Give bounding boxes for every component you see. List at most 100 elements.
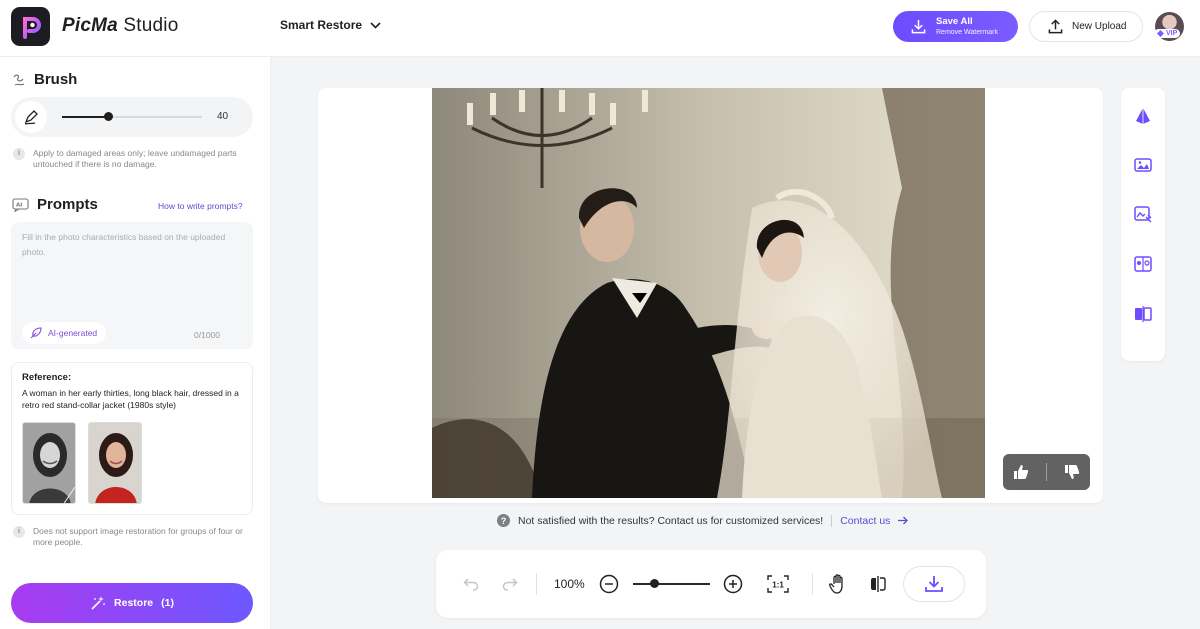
save-all-button[interactable]: Save All Remove Watermark xyxy=(893,11,1018,42)
app-name-rest: Studio xyxy=(123,15,179,36)
diamond-icon xyxy=(1157,30,1164,37)
prompts-section-title: AI Prompts xyxy=(12,196,98,213)
char-counter: 0/1000 xyxy=(194,330,220,340)
brush-size-value: 40 xyxy=(217,111,229,122)
reference-image-bw xyxy=(22,422,76,504)
brush-section-title: Brush xyxy=(12,71,77,88)
left-sidebar: Brush 40 i Apply to damaged areas only; … xyxy=(0,57,271,629)
actual-size-icon: 1:1 xyxy=(767,575,789,593)
magic-wand-icon xyxy=(91,596,105,610)
zoom-out-button[interactable] xyxy=(599,574,619,594)
restore-count: (1) xyxy=(161,597,174,609)
portrait-compare-icon xyxy=(1134,256,1152,272)
download-button[interactable] xyxy=(903,566,965,602)
vip-badge: VIP xyxy=(1154,29,1181,38)
reference-image-color xyxy=(88,422,142,504)
pan-tool-button[interactable] xyxy=(828,574,848,594)
arrow-right-icon xyxy=(898,516,909,525)
redo-button[interactable] xyxy=(500,574,520,594)
save-all-label: Save All xyxy=(936,16,973,28)
portrait-tool-button[interactable] xyxy=(1132,253,1154,275)
prompt-textarea[interactable] xyxy=(11,222,253,317)
undo-icon xyxy=(463,578,479,591)
compare-split-icon xyxy=(871,576,886,592)
thumbs-down-icon xyxy=(1064,465,1079,479)
contact-us-link[interactable]: Contact us xyxy=(840,514,909,527)
support-notice: ? Not satisfied with the results? Contac… xyxy=(497,514,909,527)
wedding-photo xyxy=(432,88,985,498)
brush-hint-text: Apply to damaged areas only; leave undam… xyxy=(33,148,237,170)
app-logo[interactable] xyxy=(11,7,50,46)
hand-icon xyxy=(829,574,843,594)
group-hint-text: Does not support image restoration for g… xyxy=(33,526,243,548)
brush-title: Brush xyxy=(34,71,78,88)
top-header: PicMa Studio Smart Restore Save All Remo… xyxy=(0,0,1200,57)
brush-hint: i Apply to damaged areas only; leave und… xyxy=(13,148,243,170)
zoom-in-icon xyxy=(723,574,743,594)
prompts-title: Prompts xyxy=(37,196,98,213)
svg-text:AI: AI xyxy=(16,202,22,208)
info-icon: i xyxy=(13,526,25,538)
brush-size-fill xyxy=(62,116,109,118)
reference-title: Reference: xyxy=(22,372,72,383)
brush-tool-button[interactable] xyxy=(15,101,47,133)
actual-size-button[interactable]: 1:1 xyxy=(767,574,789,594)
upload-icon xyxy=(1048,19,1063,34)
compare-tool-button[interactable] xyxy=(1132,303,1154,325)
restore-button[interactable]: Restore (1) xyxy=(11,583,253,623)
notice-divider xyxy=(831,514,833,527)
prism-icon xyxy=(1136,108,1150,124)
zoom-slider-knob[interactable] xyxy=(649,579,659,588)
reference-portrait-color xyxy=(89,423,141,503)
question-icon: ? xyxy=(497,514,510,527)
mode-label: Smart Restore xyxy=(280,18,363,32)
zoom-level: 100% xyxy=(554,577,585,591)
reference-text: A woman in her early thirties, long blac… xyxy=(22,388,239,411)
thumbs-up-button[interactable] xyxy=(1009,460,1033,484)
toolbar-divider xyxy=(536,573,537,595)
prompt-box: AI-generated 0/1000 xyxy=(11,222,253,349)
download-icon xyxy=(925,576,943,592)
photo-edit-icon xyxy=(1134,206,1152,223)
vip-label: VIP xyxy=(1166,30,1178,37)
download-icon xyxy=(911,19,926,34)
contact-us-label: Contact us xyxy=(840,514,891,527)
zoom-slider[interactable] xyxy=(633,579,710,588)
new-upload-button[interactable]: New Upload xyxy=(1029,11,1143,42)
brush-size-slider[interactable] xyxy=(62,112,202,121)
picma-logo-icon xyxy=(22,16,41,39)
notice-text: Not satisfied with the results? Contact … xyxy=(518,514,824,527)
brush-stroke-icon xyxy=(13,74,25,86)
photo-edit-tool-button[interactable] xyxy=(1132,203,1154,225)
zoom-out-icon xyxy=(599,574,619,594)
undo-button[interactable] xyxy=(461,574,481,594)
mode-dropdown[interactable]: Smart Restore xyxy=(280,18,381,32)
reference-panel: Reference: A woman in her early thirties… xyxy=(11,362,253,515)
app-name: PicMa Studio xyxy=(62,15,178,37)
enhance-tool-button[interactable] xyxy=(1132,105,1154,127)
pen-icon xyxy=(24,110,38,125)
chevron-down-icon xyxy=(370,21,381,29)
ai-generated-label: AI-generated xyxy=(48,328,98,338)
new-upload-label: New Upload xyxy=(1072,21,1127,32)
actual-size-label: 1:1 xyxy=(772,581,784,590)
feedback-bar xyxy=(1003,454,1090,490)
image-sparkle-icon xyxy=(1134,158,1152,172)
reference-portrait-bw xyxy=(23,423,75,503)
ai-generated-button[interactable]: AI-generated xyxy=(22,322,107,344)
thumbs-up-icon xyxy=(1014,465,1029,479)
how-to-write-prompts-link[interactable]: How to write prompts? xyxy=(158,201,243,211)
image-canvas xyxy=(318,88,1103,503)
zoom-in-button[interactable] xyxy=(723,574,743,594)
brush-size-knob[interactable] xyxy=(104,112,114,121)
group-hint: i Does not support image restoration for… xyxy=(13,526,248,548)
thumbs-down-button[interactable] xyxy=(1060,460,1084,484)
save-all-sublabel: Remove Watermark xyxy=(936,28,998,36)
image-enhance-tool-button[interactable] xyxy=(1132,154,1154,176)
right-toolbar xyxy=(1121,88,1165,361)
compare-button[interactable] xyxy=(868,574,888,594)
restored-photo[interactable] xyxy=(432,88,985,498)
feather-icon xyxy=(30,327,42,339)
bottom-toolbar: 100% 1:1 xyxy=(436,550,986,618)
app-name-bold: PicMa xyxy=(62,15,118,36)
